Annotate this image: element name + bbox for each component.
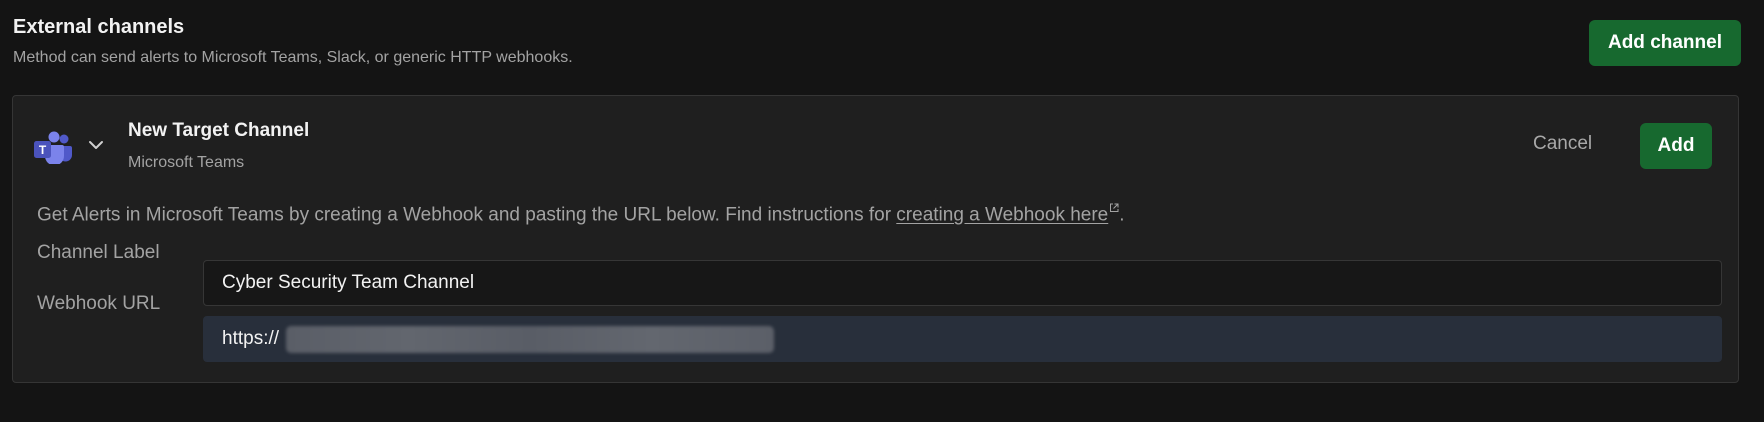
webhook-instructions-link[interactable]: creating a Webhook here [896,204,1108,225]
channel-card: T New Target Channel Microsoft Teams Can… [12,95,1739,383]
section-subtitle: Method can send alerts to Microsoft Team… [13,49,573,66]
channel-description: Get Alerts in Microsoft Teams by creatin… [37,203,1125,226]
section-title: External channels [13,16,185,38]
channel-label-input[interactable] [203,260,1722,306]
description-suffix: . [1119,204,1125,226]
channel-type: Microsoft Teams [128,154,245,171]
chevron-down-icon[interactable] [85,134,107,156]
description-text: Get Alerts in Microsoft Teams by creatin… [37,204,897,226]
webhook-url-input[interactable] [203,316,1722,362]
add-button[interactable]: Add [1640,123,1712,169]
add-channel-button[interactable]: Add channel [1589,20,1741,66]
external-link-icon [1110,203,1119,212]
webhook-url-label: Webhook URL [37,293,161,314]
microsoft-teams-icon: T [34,131,72,164]
channel-label-label: Channel Label [37,242,160,263]
svg-text:T: T [39,143,47,157]
cancel-button[interactable]: Cancel [1533,124,1592,164]
channel-title: New Target Channel [128,120,310,141]
